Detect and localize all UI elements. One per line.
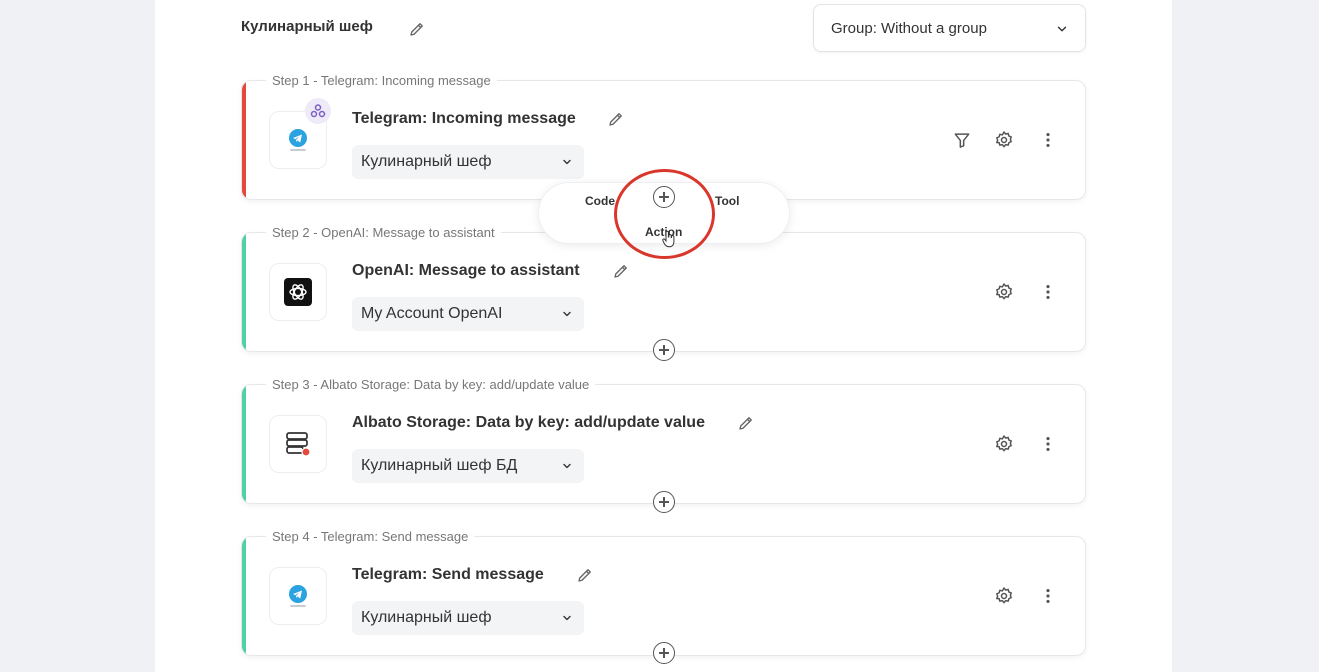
- openai-icon: [269, 263, 327, 321]
- more-vertical-icon[interactable]: [1038, 282, 1058, 302]
- account-select-value: Кулинарный шеф БД: [361, 457, 518, 474]
- edit-title-icon[interactable]: [408, 20, 426, 38]
- edit-step-icon[interactable]: [612, 262, 630, 280]
- account-select[interactable]: Кулинарный шеф: [352, 601, 584, 635]
- gear-icon[interactable]: [994, 130, 1014, 150]
- step-label-1: Step 1 - Telegram: Incoming message: [266, 73, 497, 88]
- bundle-title: Кулинарный шеф: [241, 18, 373, 35]
- add-step-plus-icon[interactable]: [653, 491, 675, 513]
- account-select[interactable]: Кулинарный шеф БД: [352, 449, 584, 483]
- step-label-3: Step 3 - Albato Storage: Data by key: ad…: [266, 377, 596, 392]
- step-label-4: Step 4 - Telegram: Send message: [266, 529, 475, 544]
- step-card-4[interactable]: Telegram: Send message Кулинарный шеф: [241, 536, 1086, 656]
- gear-icon[interactable]: [994, 586, 1014, 606]
- group-select-value: Group: Without a group: [831, 19, 987, 37]
- edit-step-icon[interactable]: [737, 414, 755, 432]
- chevron-down-icon: [561, 612, 573, 624]
- step-status-bar: [242, 81, 246, 199]
- add-step-plus-icon[interactable]: [653, 642, 675, 664]
- add-step-plus-icon[interactable]: [653, 186, 675, 208]
- more-vertical-icon[interactable]: [1038, 130, 1058, 150]
- step-label-2: Step 2 - OpenAI: Message to assistant: [266, 225, 501, 240]
- step-title: Telegram: Send message: [352, 566, 544, 583]
- add-step-plus-icon[interactable]: [653, 339, 675, 361]
- gear-icon[interactable]: [994, 434, 1014, 454]
- hand-cursor-icon: [662, 230, 675, 248]
- step-status-bar: [242, 537, 246, 655]
- add-tool-option[interactable]: Tool: [715, 194, 739, 208]
- group-select[interactable]: Group: Without a group: [813, 4, 1086, 52]
- account-select-value: My Account OpenAI: [361, 305, 503, 322]
- step-title: Telegram: Incoming message: [352, 110, 576, 127]
- step-status-bar: [242, 233, 246, 351]
- chevron-down-icon: [561, 460, 573, 472]
- storage-icon: [269, 415, 327, 473]
- gear-icon[interactable]: [994, 282, 1014, 302]
- filter-icon[interactable]: [952, 130, 972, 150]
- account-select[interactable]: Кулинарный шеф: [352, 145, 584, 179]
- account-select-value: Кулинарный шеф: [361, 153, 492, 170]
- add-code-option[interactable]: Code: [585, 194, 615, 208]
- step-status-bar: [242, 385, 246, 503]
- more-vertical-icon[interactable]: [1038, 586, 1058, 606]
- chevron-down-icon: [561, 308, 573, 320]
- step-card-3[interactable]: Albato Storage: Data by key: add/update …: [241, 384, 1086, 504]
- step-card-2[interactable]: OpenAI: Message to assistant My Account …: [241, 232, 1086, 352]
- account-select-value: Кулинарный шеф: [361, 609, 492, 626]
- webhook-badge-icon: [305, 98, 331, 124]
- step-title: OpenAI: Message to assistant: [352, 262, 580, 279]
- chevron-down-icon: [561, 156, 573, 168]
- step-title: Albato Storage: Data by key: add/update …: [352, 414, 705, 431]
- telegram-icon: [269, 567, 327, 625]
- account-select[interactable]: My Account OpenAI: [352, 297, 584, 331]
- edit-step-icon[interactable]: [607, 110, 625, 128]
- more-vertical-icon[interactable]: [1038, 434, 1058, 454]
- edit-step-icon[interactable]: [576, 566, 594, 584]
- chevron-down-icon: [1055, 22, 1069, 36]
